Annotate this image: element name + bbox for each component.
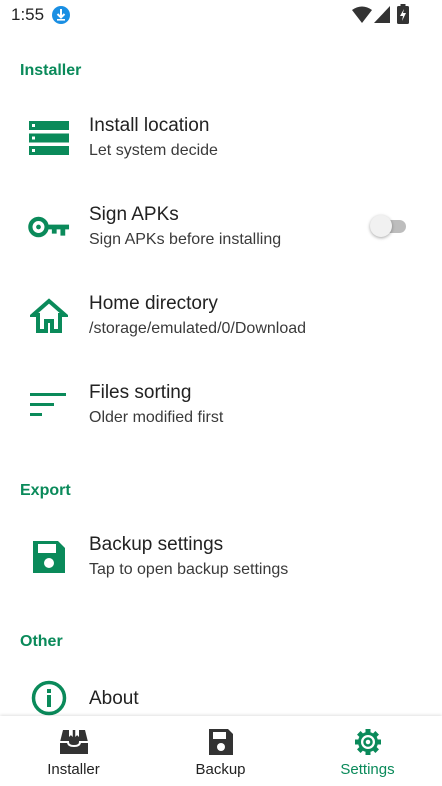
section-header-installer: Installer [20, 62, 82, 79]
installer-icon [59, 730, 88, 754]
battery-charging-icon [397, 4, 409, 24]
signal-icon [374, 6, 390, 23]
sign-apks-toggle[interactable] [370, 214, 410, 238]
download-notification-icon [52, 6, 70, 24]
section-header-export: Export [20, 482, 71, 499]
pref-title: About [89, 688, 139, 709]
sort-icon [28, 384, 70, 426]
backup-icon [208, 729, 233, 755]
nav-label-settings: Settings [340, 761, 395, 778]
nav-item-installer[interactable]: Installer [0, 716, 147, 786]
gear-icon [354, 729, 381, 755]
home-icon [28, 295, 70, 337]
pref-title: Backup settings [89, 534, 224, 555]
bottom-navigation: Installer Backup Settings [0, 716, 442, 786]
pref-home-directory[interactable]: Home directory /storage/emulated/0/Downl… [0, 280, 442, 352]
pref-backup-settings[interactable]: Backup settings Tap to open backup setti… [0, 521, 442, 593]
pref-summary: Tap to open backup settings [89, 561, 289, 578]
nav-item-backup[interactable]: Backup [147, 716, 294, 786]
pref-title: Files sorting [89, 382, 192, 403]
toggle-thumb [370, 215, 392, 237]
pref-summary: Older modified first [89, 409, 224, 426]
pref-summary: Let system decide [89, 142, 218, 159]
info-icon [28, 677, 70, 716]
pref-about[interactable]: About [0, 672, 442, 716]
pref-title: Install location [89, 115, 210, 136]
section-header-other: Other [20, 633, 63, 650]
nav-item-settings[interactable]: Settings [294, 716, 441, 786]
pref-title: Sign APKs [89, 204, 179, 225]
wifi-icon [352, 6, 372, 23]
key-icon [28, 206, 70, 248]
pref-summary: /storage/emulated/0/Download [89, 320, 307, 337]
storage-icon [28, 117, 70, 159]
pref-install-location[interactable]: Install location Let system decide [0, 102, 442, 174]
status-time: 1:55 [11, 5, 45, 24]
nav-label-installer: Installer [47, 761, 100, 778]
status-bar: 1:55 [0, 0, 442, 30]
pref-title: Home directory [89, 293, 218, 314]
nav-label-backup: Backup [195, 761, 246, 778]
pref-summary: Sign APKs before installing [89, 231, 282, 248]
floppy-icon [28, 536, 70, 578]
pref-sign-apks[interactable]: Sign APKs Sign APKs before installing [0, 191, 442, 263]
pref-files-sorting[interactable]: Files sorting Older modified first [0, 369, 442, 441]
